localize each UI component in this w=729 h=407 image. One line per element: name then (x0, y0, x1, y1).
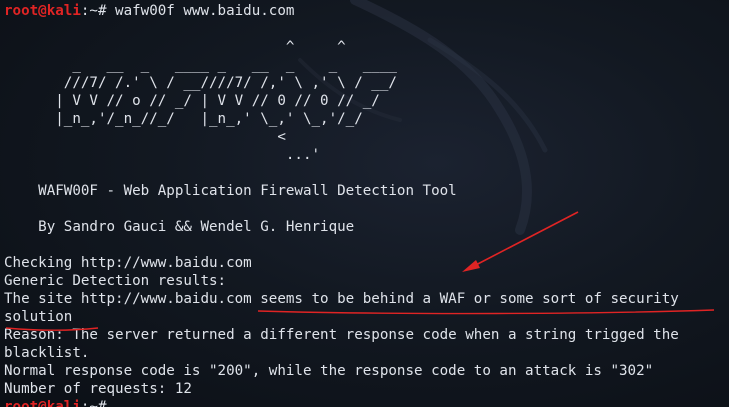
ascii-banner-line: ^ ^ (4, 39, 346, 55)
ascii-banner-line: |_n_,'/_n_//_/ |_n_,' \_,' \_,'/_/ (4, 111, 363, 127)
ascii-banner-line: ///7/ /.' \ / __////7/ /,' \ ,' \ / __/ (4, 75, 397, 91)
prompt-user-host: root@kali (4, 399, 81, 407)
requests-count-line: Number of requests: 12 (4, 381, 192, 397)
checking-line: Checking http://www.baidu.com (4, 255, 252, 271)
site-result-line: The site http://www.baidu.com seems to b… (4, 291, 679, 307)
reason-line-continued: blacklist. (4, 345, 90, 361)
generic-results-line: Generic Detection results: (4, 273, 227, 289)
command-line: root@kali:~# wafw00f www.baidu.com (4, 2, 294, 20)
terminal-window[interactable]: root@kali:~# wafw00f www.baidu.com ^ ^ _… (0, 0, 729, 407)
final-prompt-line: root@kali:~# (4, 398, 115, 407)
prompt-path: :~# (80, 3, 116, 19)
ascii-banner-line: _ __ _ ____ _ __ _ _ ____ (4, 57, 397, 73)
prompt-path: :~# (80, 399, 116, 407)
site-result-line-continued: solution (4, 309, 73, 325)
ascii-banner-line: | V V // o // _/ | V V // 0 // 0 // _/ (4, 93, 380, 109)
annotation-arrow-head (462, 260, 480, 272)
tool-authors: By Sandro Gauci && Wendel G. Henrique (4, 219, 355, 235)
ascii-banner-line: ...' (4, 147, 321, 163)
response-code-line: Normal response code is "200", while the… (4, 363, 654, 379)
ascii-banner-line: < (4, 129, 286, 145)
annotation-arrow-shaft (469, 211, 579, 269)
command-text: wafw00f www.baidu.com (115, 3, 295, 19)
reason-line: Reason: The server returned a different … (4, 327, 679, 343)
annotation-underline (257, 309, 715, 315)
tool-title: WAFW00F - Web Application Firewall Detec… (4, 183, 457, 199)
prompt-user-host: root@kali (4, 3, 81, 19)
